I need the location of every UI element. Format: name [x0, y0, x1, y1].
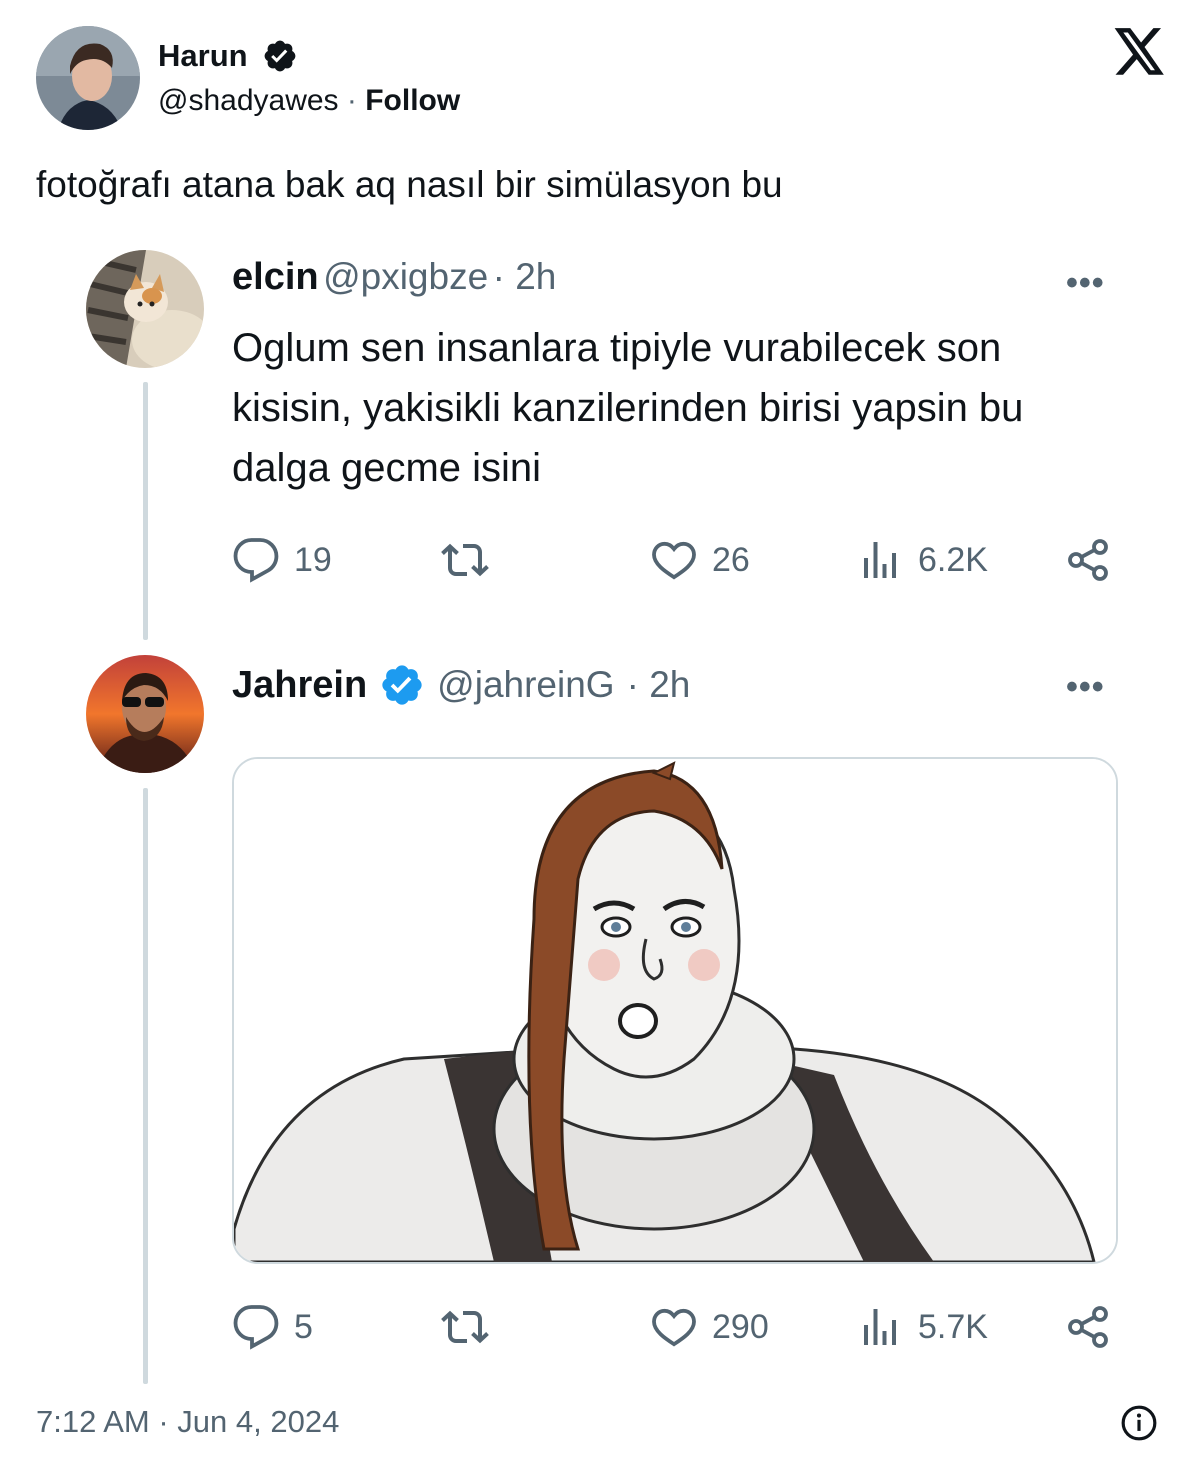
handle-separator: ·	[346, 84, 357, 117]
views-icon	[856, 536, 904, 584]
jahrein-reply-action[interactable]: 5	[232, 1303, 313, 1351]
repost-icon	[440, 536, 490, 584]
jahrein-time[interactable]: · 2h	[627, 664, 691, 706]
share-icon	[1064, 536, 1112, 584]
reply-icon	[232, 1303, 280, 1351]
jahrein-like-count: 290	[712, 1307, 769, 1346]
elcin-more-button[interactable]: •••	[1066, 264, 1105, 303]
info-icon[interactable]	[1120, 1404, 1158, 1442]
author-handle-line: @shadyawes · Follow	[158, 84, 460, 118]
jahrein-handle[interactable]: @jahreinG	[437, 664, 614, 706]
jahrein-header: Jahrein @jahreinG · 2h	[232, 662, 690, 708]
elcin-like-action[interactable]: 26	[650, 536, 750, 584]
verified-badge-icon	[262, 38, 298, 74]
share-icon	[1064, 1303, 1112, 1351]
jahrein-repost-action[interactable]	[440, 1303, 490, 1351]
verified-badge-icon	[379, 662, 425, 708]
jahrein-name[interactable]: Jahrein	[232, 664, 367, 707]
author-handle[interactable]: @shadyawes	[158, 84, 339, 117]
jahrein-view-count: 5.7K	[918, 1307, 988, 1346]
elcin-avatar[interactable]	[86, 250, 204, 368]
jahrein-more-button[interactable]: •••	[1066, 668, 1105, 707]
author-avatar[interactable]	[36, 26, 140, 130]
reply-icon	[232, 536, 280, 584]
elcin-reply-action[interactable]: 19	[232, 536, 332, 584]
jahrein-avatar[interactable]	[86, 655, 204, 773]
elcin-share-action[interactable]	[1064, 536, 1112, 584]
author-name[interactable]: Harun	[158, 38, 248, 74]
heart-icon	[650, 1303, 698, 1351]
elcin-reply-count: 19	[294, 540, 332, 579]
jahrein-reply-count: 5	[294, 1307, 313, 1346]
x-logo-icon[interactable]	[1114, 28, 1166, 76]
elcin-views-action[interactable]: 6.2K	[856, 536, 988, 584]
jahrein-media-image[interactable]	[232, 757, 1118, 1264]
elcin-repost-action[interactable]	[440, 536, 490, 584]
elcin-like-count: 26	[712, 540, 750, 579]
tweet-timestamp[interactable]: 7:12 AM · Jun 4, 2024	[36, 1404, 339, 1440]
elcin-time[interactable]: · 2h	[493, 256, 557, 297]
repost-icon	[440, 1303, 490, 1351]
elcin-handle[interactable]: @pxigbze	[323, 256, 488, 297]
thread-connector-line	[143, 382, 148, 640]
thread-connector-line	[143, 788, 148, 1384]
follow-button[interactable]: Follow	[365, 84, 460, 117]
jahrein-share-action[interactable]	[1064, 1303, 1112, 1351]
jahrein-like-action[interactable]: 290	[650, 1303, 769, 1351]
elcin-view-count: 6.2K	[918, 540, 988, 579]
elcin-header: elcin @pxigbze · 2h	[232, 256, 556, 299]
jahrein-views-action[interactable]: 5.7K	[856, 1303, 988, 1351]
elcin-reply-text: Oglum sen insanlara tipiyle vurabilecek …	[232, 326, 1024, 490]
elcin-name[interactable]: elcin	[232, 256, 319, 298]
tweet-text: fotoğrafı atana bak aq nasıl bir simülas…	[36, 164, 783, 205]
heart-icon	[650, 536, 698, 584]
views-icon	[856, 1303, 904, 1351]
